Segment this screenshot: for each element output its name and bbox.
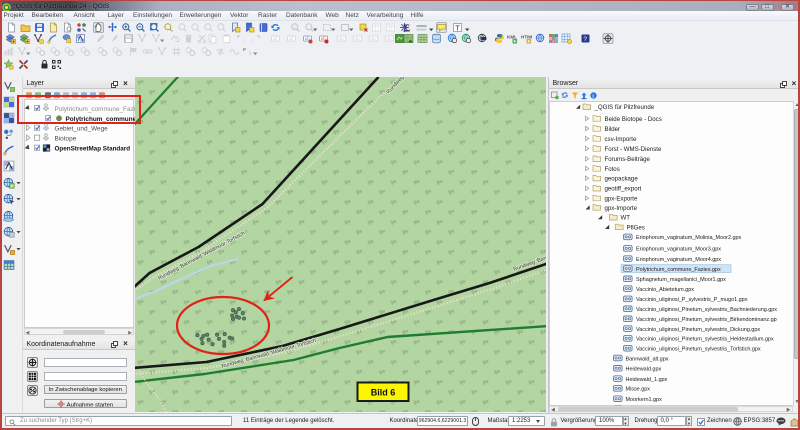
svg-text:Eriophorum_vaginatum_Molinia_M: Eriophorum_vaginatum_Molinia_Moor2.gpx xyxy=(636,235,742,241)
svg-text:csv-Importe: csv-Importe xyxy=(604,135,636,142)
svg-text:ab: ab xyxy=(339,36,345,41)
svg-text:Vaccinio_uliginosi_Pinetum_syl: Vaccinio_uliginosi_Pinetum_sylvestris_He… xyxy=(636,336,774,342)
svg-text:Polytrichum_commune_Fazies.gpx: Polytrichum_commune_Fazies.gpx xyxy=(636,266,721,272)
svg-text:Bild 6: Bild 6 xyxy=(371,388,396,398)
svg-text:PflGes: PflGes xyxy=(626,224,644,231)
svg-text:Beide Biotope - Docs: Beide Biotope - Docs xyxy=(604,115,661,122)
svg-text:HTML: HTML xyxy=(521,35,532,40)
svg-text:Misse.gpx: Misse.gpx xyxy=(625,386,650,392)
svg-text:geopackage: geopackage xyxy=(604,175,638,182)
svg-text:Vaccinio_uliginosi_Pinetum_syl: Vaccinio_uliginosi_Pinetum_sylvestris_Bi… xyxy=(636,317,777,323)
svg-text:T: T xyxy=(455,23,460,32)
svg-text:Eriophorum_vaginatum_Moor3.gpx: Eriophorum_vaginatum_Moor3.gpx xyxy=(636,246,721,252)
svg-text:Bannwald_alt.gpx: Bannwald_alt.gpx xyxy=(625,356,668,362)
svg-text:gpx-Importe: gpx-Importe xyxy=(604,204,637,211)
svg-text:Forst - WMS-Dienste: Forst - WMS-Dienste xyxy=(604,145,661,152)
svg-text:Vaccinio_Abietetum.gpx: Vaccinio_Abietetum.gpx xyxy=(636,286,694,292)
svg-text:ab: ab xyxy=(355,36,361,41)
svg-text:Forums-Beiträge: Forums-Beiträge xyxy=(604,156,650,163)
svg-text:i: i xyxy=(294,25,295,30)
svg-text:ab: ab xyxy=(387,36,393,41)
svg-text:ab: ab xyxy=(371,36,377,41)
svg-text:Fotos: Fotos xyxy=(604,165,619,172)
svg-text:Σ: Σ xyxy=(403,23,410,34)
svg-text:ab: ab xyxy=(289,36,295,41)
svg-text:Moorkern1.gpx: Moorkern1.gpx xyxy=(625,397,662,403)
svg-text:Vaccinio_uliginosi_Pinetum_syl: Vaccinio_uliginosi_Pinetum_sylvestris_Ba… xyxy=(636,307,777,313)
svg-text:Bilder: Bilder xyxy=(604,125,620,132)
svg-text:OpenStreetMap Standard: OpenStreetMap Standard xyxy=(54,146,130,153)
svg-text:?: ? xyxy=(583,36,587,43)
svg-text:Heidewald.gpx: Heidewald.gpx xyxy=(625,366,661,372)
svg-text:Sphagnetum_magellanici_Moor1.g: Sphagnetum_magellanici_Moor1.gpx xyxy=(636,277,726,283)
svg-text:WT: WT xyxy=(620,214,630,221)
svg-text:Vaccinio_uliginosi_Pinetum_syl: Vaccinio_uliginosi_Pinetum_sylvestris_To… xyxy=(636,346,761,352)
svg-text:Vaccinio_uliginosi_Pinetum_syl: Vaccinio_uliginosi_Pinetum_sylvestris_Di… xyxy=(636,326,760,332)
svg-text:gpx-Exporte: gpx-Exporte xyxy=(604,195,637,202)
svg-text:Vaccinio_uliginosi_P_sylvestri: Vaccinio_uliginosi_P_sylvestris_P_mugo1.… xyxy=(636,297,748,303)
svg-text:_QGIS für Pilzfreunde: _QGIS für Pilzfreunde xyxy=(593,104,654,111)
svg-text:ab: ab xyxy=(273,36,279,41)
svg-text:Eriophorum_vaginatum_Moor4.gpx: Eriophorum_vaginatum_Moor4.gpx xyxy=(636,256,721,262)
svg-text:Heidewald_1.gpx: Heidewald_1.gpx xyxy=(625,376,667,382)
svg-text:KML: KML xyxy=(507,35,517,40)
svg-text:geotiff_export: geotiff_export xyxy=(604,185,641,192)
svg-text:Gebiet_und_Wege: Gebiet_und_Wege xyxy=(54,126,108,133)
svg-text:Biotope: Biotope xyxy=(54,136,76,143)
